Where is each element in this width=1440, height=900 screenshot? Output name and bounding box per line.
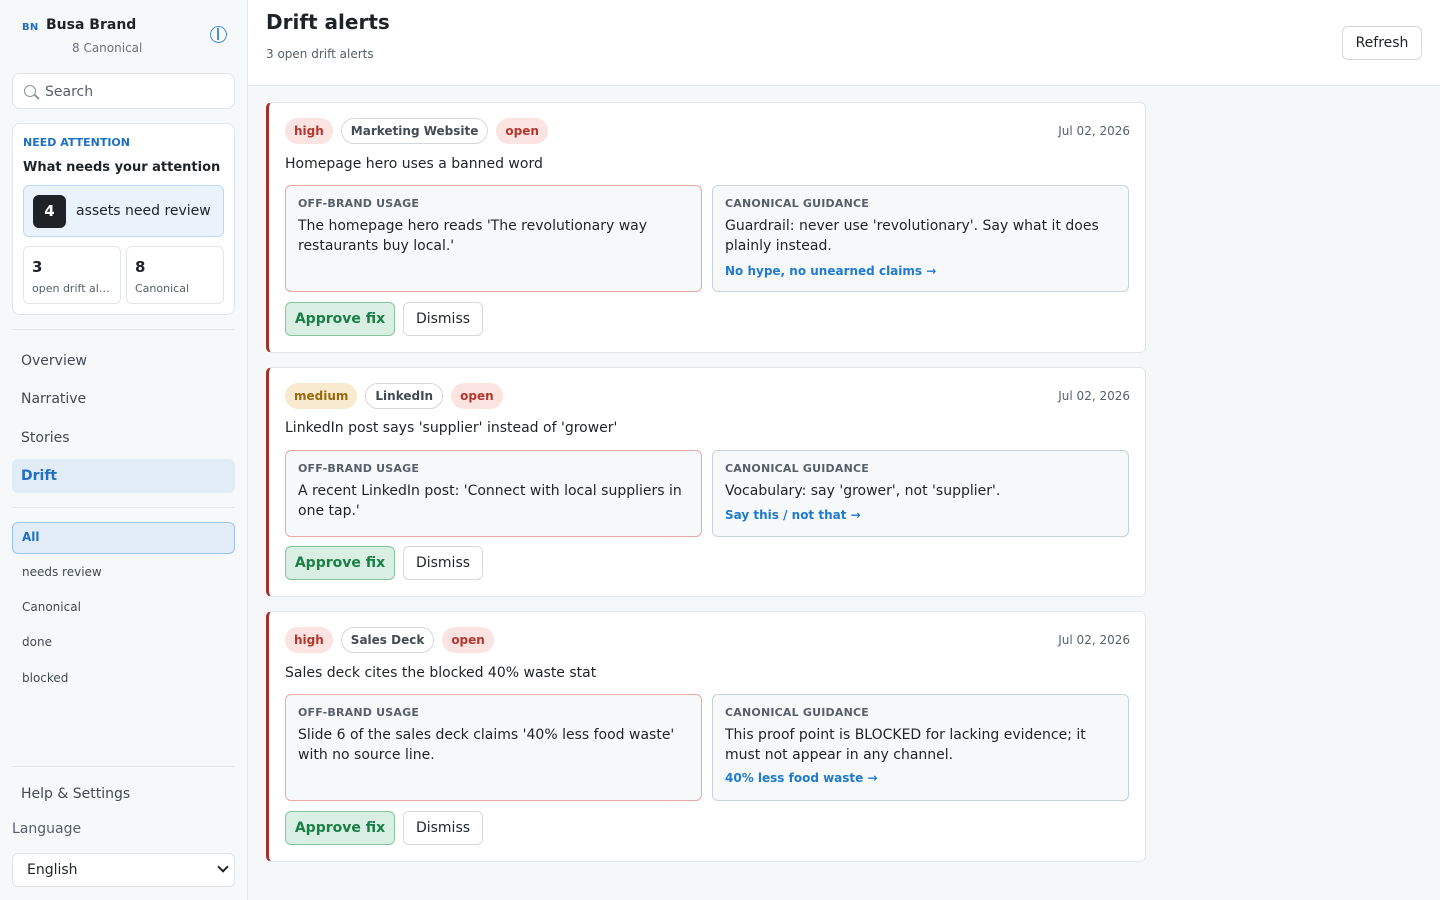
dismiss-button[interactable]: Dismiss: [403, 302, 483, 336]
sidebar-toggle-icon[interactable]: [210, 26, 227, 43]
guidance-link[interactable]: No hype, no unearned claims →: [725, 264, 936, 278]
filter-canonical[interactable]: Canonical: [12, 592, 235, 624]
attention-title: What needs your attention: [23, 160, 221, 175]
off-brand-text: The homepage hero reads 'The revolutiona…: [298, 218, 648, 254]
brand-logo: BN: [22, 22, 39, 33]
stat-label: Canonical: [135, 282, 189, 295]
drift-alert-card: high Marketing Website open Jul 02, 2026…: [266, 102, 1146, 353]
nav-item-drift[interactable]: Drift: [12, 459, 235, 493]
off-brand-usage-box: OFF-BRAND USAGE A recent LinkedIn post: …: [285, 450, 702, 537]
alert-title: Homepage hero uses a banned word: [285, 156, 543, 172]
chevron-down-icon: [217, 861, 229, 873]
status-badge: open: [442, 627, 494, 653]
severity-badge: high: [285, 118, 333, 144]
stat-label: open drift alerts: [32, 282, 116, 295]
status-badge: open: [496, 118, 548, 144]
channel-badge: Marketing Website: [340, 118, 489, 144]
guidance-text: This proof point is BLOCKED for lacking …: [725, 727, 1086, 763]
divider: [12, 329, 235, 330]
review-count-badge: 4: [33, 195, 66, 228]
dismiss-button[interactable]: Dismiss: [403, 811, 483, 845]
search-icon: [24, 85, 36, 97]
approve-fix-button[interactable]: Approve fix: [285, 811, 395, 845]
help-settings-link[interactable]: Help & Settings: [21, 786, 130, 802]
alert-date: Jul 02, 2026: [1058, 389, 1130, 403]
stat-canonical[interactable]: 8 Canonical: [126, 246, 224, 304]
canonical-label: CANONICAL GUIDANCE: [725, 462, 869, 475]
attention-panel: NEED ATTENTION What needs your attention…: [12, 123, 235, 315]
refresh-button[interactable]: Refresh: [1342, 26, 1422, 60]
filter-needs-review[interactable]: needs review: [12, 557, 235, 589]
canonical-guidance-box: CANONICAL GUIDANCE This proof point is B…: [712, 694, 1129, 801]
nav-item-overview[interactable]: Overview: [12, 344, 235, 378]
drift-alert-card: high Sales Deck open Jul 02, 2026 Sales …: [266, 611, 1146, 862]
off-brand-text: Slide 6 of the sales deck claims '40% le…: [298, 727, 675, 763]
stat-value: 3: [32, 258, 43, 276]
filter-blocked[interactable]: blocked: [12, 663, 235, 695]
language-select[interactable]: English: [12, 853, 235, 887]
language-value: English: [27, 862, 78, 878]
drift-alert-card: medium LinkedIn open Jul 02, 2026 Linked…: [266, 367, 1146, 597]
page-header: Drift alerts 3 open drift alerts Refresh: [248, 0, 1440, 86]
page-subtitle: 3 open drift alerts: [266, 47, 374, 61]
off-brand-usage-box: OFF-BRAND USAGE Slide 6 of the sales dec…: [285, 694, 702, 801]
brand-name: Busa Brand: [46, 17, 137, 33]
status-badge: open: [451, 383, 503, 409]
attention-eyebrow: NEED ATTENTION: [23, 136, 130, 149]
brand-subtitle: 8 Canonical: [72, 41, 143, 55]
off-brand-label: OFF-BRAND USAGE: [298, 462, 420, 475]
sidebar: BN Busa Brand 8 Canonical NEED ATTENTION…: [0, 0, 248, 900]
assets-review-card[interactable]: 4 assets need review: [23, 185, 224, 237]
off-brand-usage-box: OFF-BRAND USAGE The homepage hero reads …: [285, 185, 702, 292]
dismiss-button[interactable]: Dismiss: [403, 546, 483, 580]
alert-title: LinkedIn post says 'supplier' instead of…: [285, 420, 618, 436]
guidance-text: Guardrail: never use 'revolutionary'. Sa…: [725, 218, 1099, 254]
alert-date: Jul 02, 2026: [1058, 124, 1130, 138]
filter-all[interactable]: All: [12, 522, 235, 554]
stat-open-drift[interactable]: 3 open drift alerts: [23, 246, 121, 304]
language-label: Language: [12, 821, 82, 837]
alert-tags: high Marketing Website open: [285, 118, 548, 144]
approve-fix-button[interactable]: Approve fix: [285, 546, 395, 580]
severity-badge: medium: [285, 383, 358, 409]
nav-item-narrative[interactable]: Narrative: [12, 382, 235, 416]
off-brand-text: A recent LinkedIn post: 'Connect with lo…: [298, 483, 682, 519]
channel-badge: LinkedIn: [365, 383, 444, 409]
canonical-guidance-box: CANONICAL GUIDANCE Guardrail: never use …: [712, 185, 1129, 292]
alert-date: Jul 02, 2026: [1058, 633, 1130, 647]
guidance-link[interactable]: Say this / not that →: [725, 508, 861, 522]
off-brand-label: OFF-BRAND USAGE: [298, 706, 420, 719]
page-title: Drift alerts: [266, 10, 390, 34]
canonical-label: CANONICAL GUIDANCE: [725, 706, 869, 719]
approve-fix-button[interactable]: Approve fix: [285, 302, 395, 336]
guidance-text: Vocabulary: say 'grower', not 'supplier'…: [725, 483, 1001, 499]
alert-tags: medium LinkedIn open: [285, 383, 503, 409]
stat-value: 8: [135, 258, 146, 276]
off-brand-label: OFF-BRAND USAGE: [298, 197, 420, 210]
review-label: assets need review: [76, 203, 211, 219]
filter-done[interactable]: done: [12, 627, 235, 659]
brand-header: BN Busa Brand 8 Canonical: [20, 16, 232, 60]
divider: [12, 766, 235, 767]
severity-badge: high: [285, 627, 333, 653]
canonical-guidance-box: CANONICAL GUIDANCE Vocabulary: say 'grow…: [712, 450, 1129, 537]
divider: [12, 507, 235, 508]
nav-item-stories[interactable]: Stories: [12, 421, 235, 455]
channel-badge: Sales Deck: [340, 627, 435, 653]
search-box[interactable]: [12, 73, 235, 109]
search-input[interactable]: [45, 82, 225, 102]
alert-title: Sales deck cites the blocked 40% waste s…: [285, 665, 597, 681]
alert-tags: high Sales Deck open: [285, 627, 494, 653]
guidance-link[interactable]: 40% less food waste →: [725, 771, 878, 785]
canonical-label: CANONICAL GUIDANCE: [725, 197, 869, 210]
